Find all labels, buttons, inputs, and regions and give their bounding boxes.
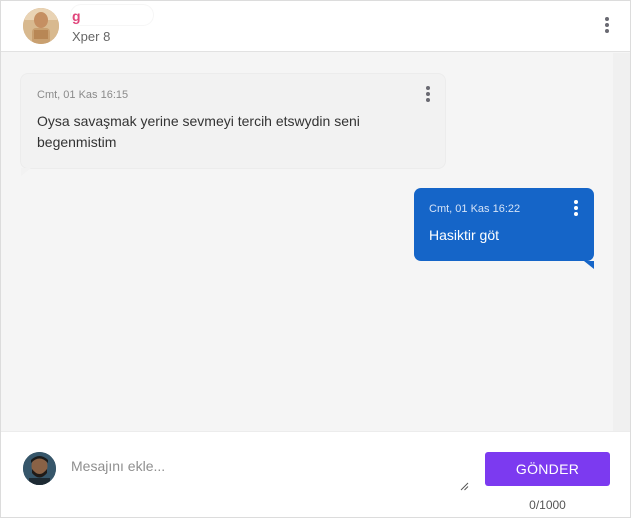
bubble-tail — [21, 168, 31, 176]
contact-avatar[interactable] — [23, 8, 59, 44]
message-input[interactable] — [67, 450, 471, 494]
message-more-icon[interactable] — [424, 86, 432, 104]
message-composer: GÖNDER 0/1000 — [1, 431, 630, 517]
message-timestamp: Cmt, 01 Kas 16:22 — [429, 203, 521, 215]
message-text: Hasiktir göt — [429, 227, 500, 243]
my-avatar — [23, 452, 56, 485]
message-list: Cmt, 01 Kas 16:15 Oysa savaşmak yerine s… — [1, 53, 613, 431]
user-avatar-icon — [23, 452, 56, 485]
chat-window: g Xper 8 Cmt, 01 Kas 16:15 Oysa savaşmak… — [0, 0, 631, 518]
contact-subtitle: Xper 8 — [72, 29, 111, 44]
contact-name-pill — [71, 5, 153, 25]
bubble-tail — [584, 261, 594, 269]
message-text: Oysa savaşmak yerine sevmeyi tercih etsw… — [37, 113, 360, 150]
chat-header: g Xper 8 — [1, 1, 630, 52]
message-outgoing: Cmt, 01 Kas 16:22 Hasiktir göt — [414, 188, 594, 269]
message-timestamp: Cmt, 01 Kas 16:15 — [37, 89, 129, 101]
resize-grip-icon[interactable] — [460, 482, 469, 491]
more-vertical-icon[interactable] — [603, 17, 611, 35]
message-more-icon[interactable] — [572, 200, 580, 218]
send-button[interactable]: GÖNDER — [485, 452, 610, 486]
message-incoming: Cmt, 01 Kas 16:15 Oysa savaşmak yerine s… — [21, 74, 445, 176]
contact-name[interactable]: g — [72, 8, 81, 24]
user-avatar-icon — [23, 8, 59, 44]
message-scrollbar[interactable] — [613, 53, 630, 431]
character-counter: 0/1000 — [529, 498, 566, 512]
